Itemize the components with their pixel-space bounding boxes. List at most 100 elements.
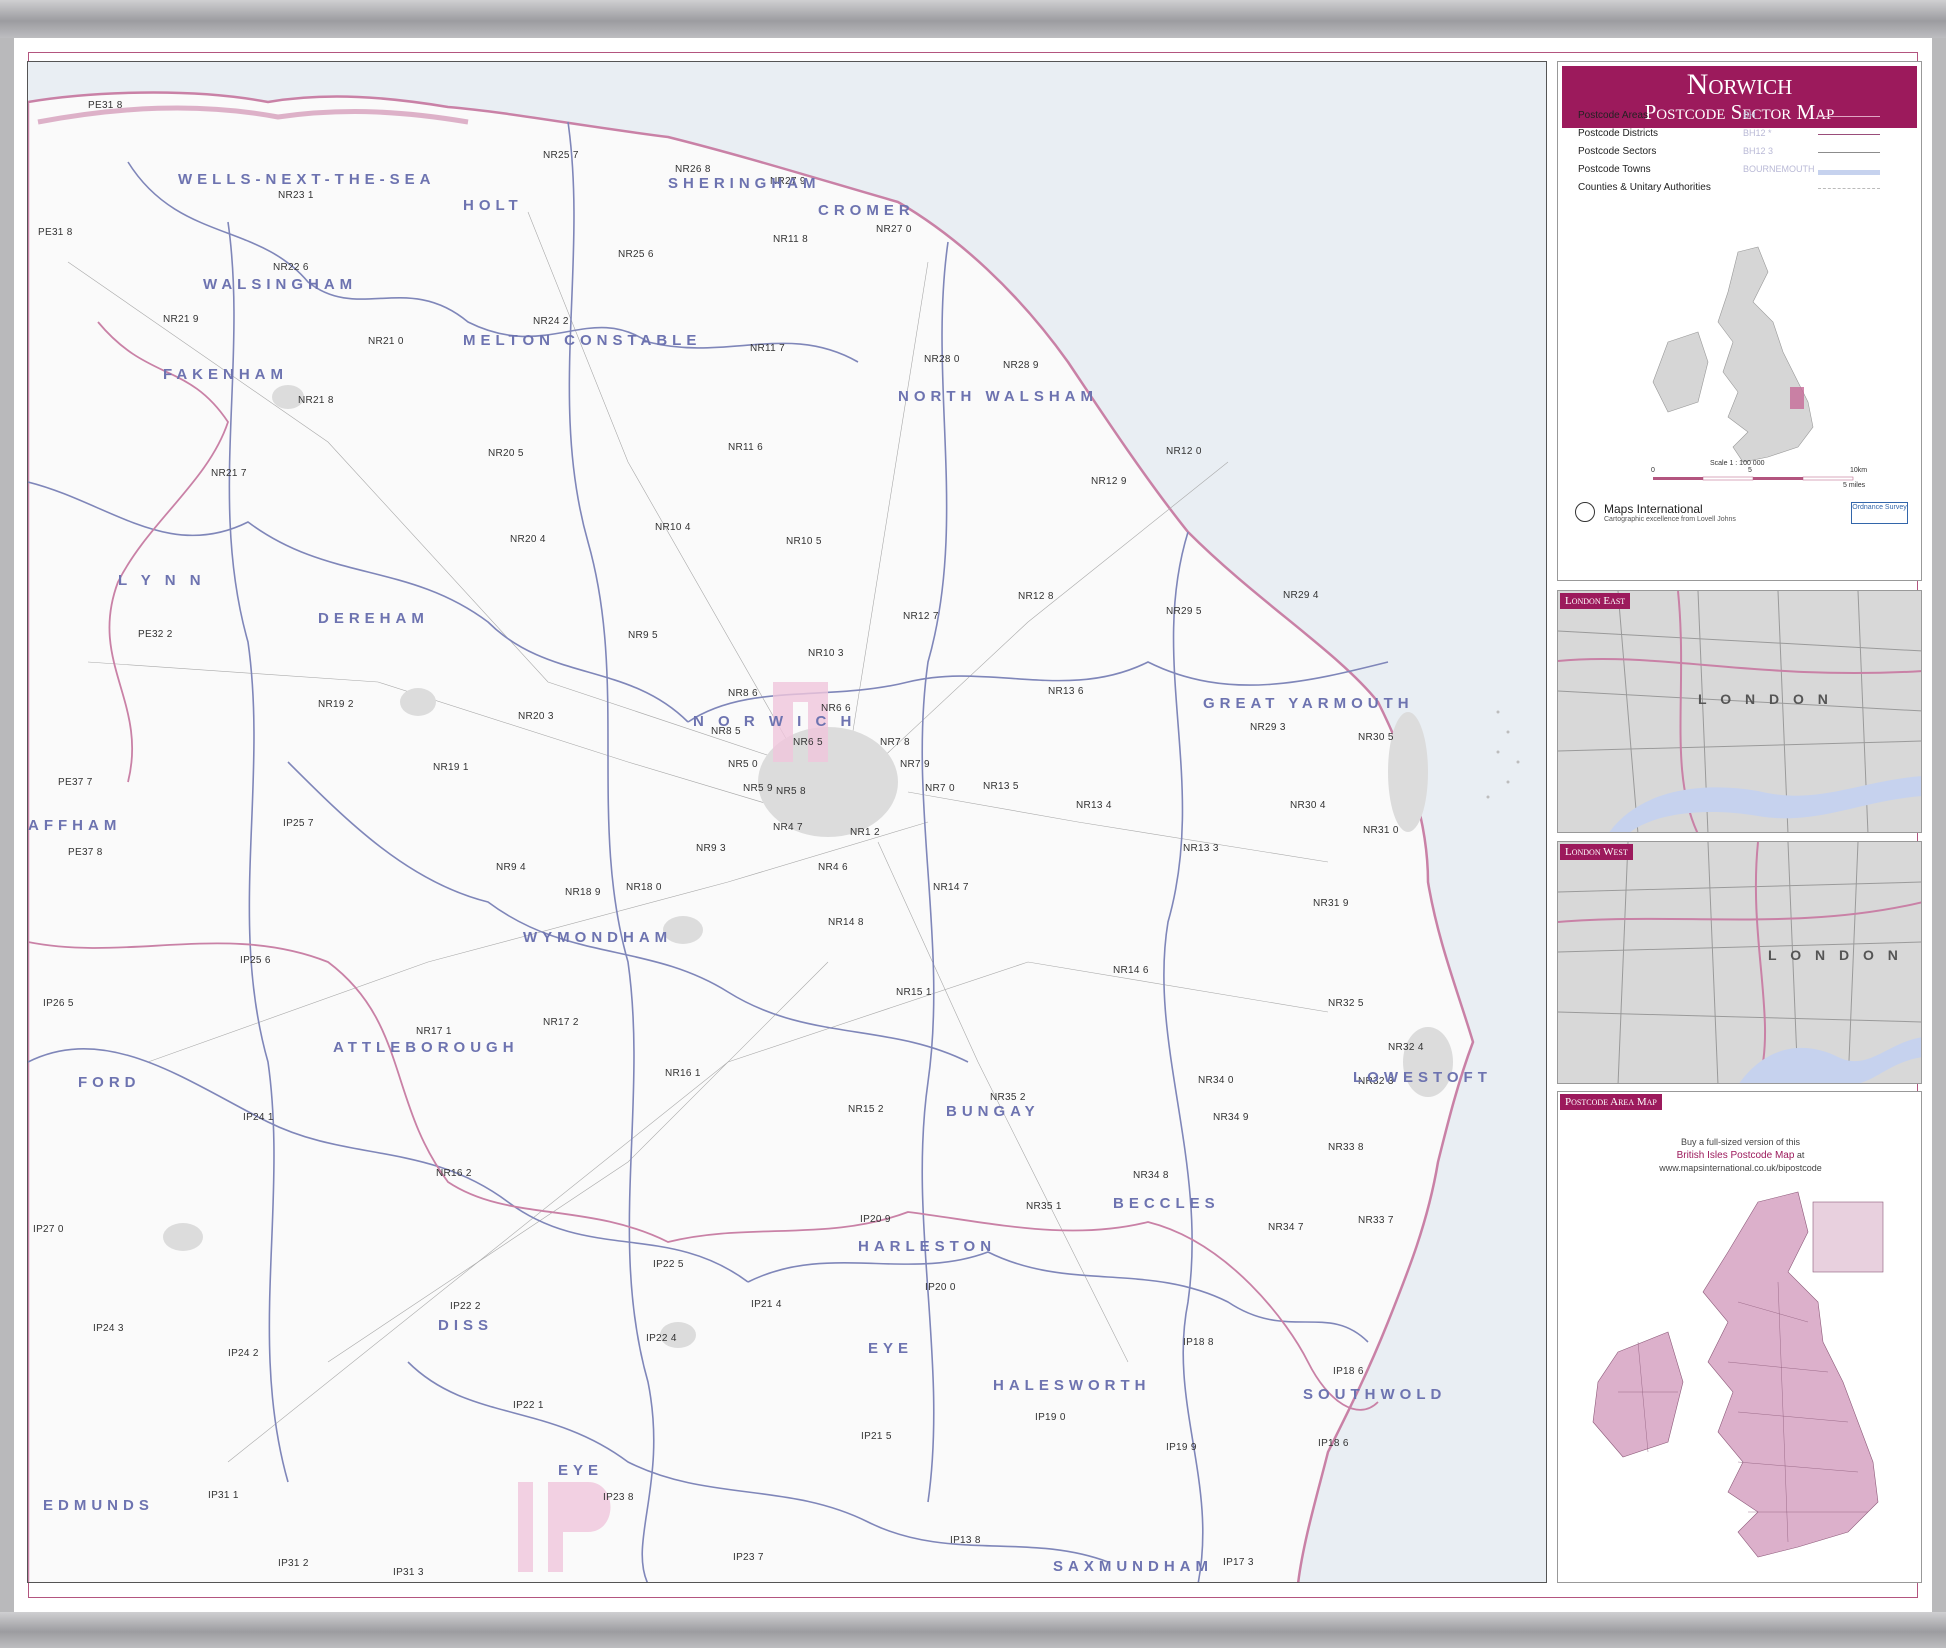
sector-label[interactable]: NR21 0 [368,336,404,347]
sector-label[interactable]: IP25 7 [283,818,314,829]
sector-label[interactable]: NR12 0 [1166,446,1202,457]
sector-label[interactable]: NR25 6 [618,249,654,260]
sector-label[interactable]: IP31 1 [208,1490,239,1501]
postcode-town-label[interactable]: NORTH WALSHAM [898,388,1098,405]
sector-label[interactable]: NR12 9 [1091,476,1127,487]
postcode-town-label[interactable]: AFFHAM [28,817,121,834]
sector-label[interactable]: NR27 0 [876,224,912,235]
sector-label[interactable]: IP18 8 [1183,1337,1214,1348]
sector-label[interactable]: NR10 4 [655,522,691,533]
sector-label[interactable]: PE31 8 [88,100,123,111]
sector-label[interactable]: NR9 4 [496,862,526,873]
sector-label[interactable]: NR29 4 [1283,590,1319,601]
postcode-area-map-panel[interactable]: Postcode Area Map Buy a full-sized versi… [1557,1091,1922,1583]
sector-label[interactable]: NR12 8 [1018,591,1054,602]
postcode-town-label[interactable]: WALSINGHAM [203,276,357,293]
sector-label[interactable]: NR18 0 [626,882,662,893]
sector-label[interactable]: NR34 8 [1133,1170,1169,1181]
sector-label[interactable]: NR33 7 [1358,1215,1394,1226]
sector-label[interactable]: IP18 6 [1318,1438,1349,1449]
sector-label[interactable]: NR20 3 [518,711,554,722]
sector-label[interactable]: NR4 6 [818,862,848,873]
sector-label[interactable]: IP13 8 [950,1535,981,1546]
sector-label[interactable]: NR1 2 [850,827,880,838]
sector-label[interactable]: NR15 1 [896,987,932,998]
postcode-town-label[interactable]: LOWESTOFT [1353,1069,1492,1086]
sector-label[interactable]: NR9 3 [696,843,726,854]
sector-label[interactable]: NR16 2 [436,1168,472,1179]
sector-label[interactable]: NR5 9 [743,783,773,794]
postcode-town-label[interactable]: EYE [558,1462,603,1479]
sector-label[interactable]: NR20 4 [510,534,546,545]
sector-label[interactable]: IP17 3 [1223,1557,1254,1568]
sector-label[interactable]: IP24 1 [243,1112,274,1123]
sector-label[interactable]: IP24 2 [228,1348,259,1359]
sector-label[interactable]: NR29 3 [1250,722,1286,733]
sector-label[interactable]: NR8 6 [728,688,758,699]
sector-label[interactable]: NR28 0 [924,354,960,365]
sector-label[interactable]: PE37 8 [68,847,103,858]
postcode-town-label[interactable]: WYMONDHAM [523,929,672,946]
sector-label[interactable]: NR11 7 [750,343,785,354]
sector-label[interactable]: NR11 8 [773,234,808,245]
london-east-inset[interactable]: London East L O N D O N [1557,590,1922,833]
postcode-town-label[interactable]: DEREHAM [318,610,429,627]
sector-label[interactable]: IP24 3 [93,1323,124,1334]
sector-label[interactable]: NR21 9 [163,314,199,325]
sector-label[interactable]: IP20 9 [860,1214,891,1225]
postcode-town-label[interactable]: ATTLEBOROUGH [333,1039,519,1056]
postcode-town-label[interactable]: BUNGAY [946,1103,1040,1120]
london-west-inset[interactable]: London West L O N D O N [1557,841,1922,1084]
sector-label[interactable]: IP26 5 [43,998,74,1009]
sector-label[interactable]: IP22 1 [513,1400,544,1411]
sector-label[interactable]: IP22 2 [450,1301,481,1312]
sector-label[interactable]: NR6 5 [793,737,823,748]
sector-label[interactable]: NR14 6 [1113,965,1149,976]
sector-label[interactable]: NR13 5 [983,781,1019,792]
sector-label[interactable]: NR16 1 [665,1068,701,1079]
sector-label[interactable]: NR9 5 [628,630,658,641]
sector-label[interactable]: NR14 8 [828,917,864,928]
sector-label[interactable]: IP22 4 [646,1333,677,1344]
sector-label[interactable]: NR5 0 [728,759,758,770]
sector-label[interactable]: IP31 3 [393,1567,424,1578]
postcode-town-label[interactable]: SOUTHWOLD [1303,1386,1446,1403]
postcode-town-label[interactable]: N O R W I C H [693,713,856,730]
sector-label[interactable]: NR7 0 [925,783,955,794]
sector-label[interactable]: NR29 5 [1166,606,1202,617]
sector-label[interactable]: IP23 8 [603,1492,634,1503]
sector-label[interactable]: NR10 3 [808,648,844,659]
sector-label[interactable]: NR32 5 [1328,998,1364,1009]
sector-label[interactable]: NR32 4 [1388,1042,1424,1053]
sector-label[interactable]: IP22 5 [653,1259,684,1270]
sector-label[interactable]: NR34 7 [1268,1222,1304,1233]
postcode-town-label[interactable]: WELLS-NEXT-THE-SEA [178,171,436,188]
postcode-town-label[interactable]: FAKENHAM [163,366,288,383]
sector-label[interactable]: NR26 8 [675,164,711,175]
sector-label[interactable]: NR34 9 [1213,1112,1249,1123]
postcode-town-label[interactable]: HARLESTON [858,1238,996,1255]
postcode-town-label[interactable]: FORD [78,1074,141,1091]
norwich-postcode-map[interactable]: PE31 8 PE31 8 NR23 1 NR25 7 NR26 8 NR27 9 NR22… [27,61,1547,1583]
sector-label[interactable]: NR34 0 [1198,1075,1234,1086]
postcode-town-label[interactable]: SAXMUNDHAM [1053,1558,1213,1575]
postcode-town-label[interactable]: HALESWORTH [993,1377,1151,1394]
sector-label[interactable]: IP25 6 [240,955,271,966]
sector-label[interactable]: PE31 8 [38,227,73,238]
postcode-town-label[interactable]: HOLT [463,197,523,214]
sector-label[interactable]: NR17 1 [416,1026,452,1037]
sector-label[interactable]: NR22 6 [273,262,309,273]
sector-label[interactable]: NR35 2 [990,1092,1026,1103]
sector-label[interactable]: NR4 7 [773,822,803,833]
sector-label[interactable]: IP20 0 [925,1282,956,1293]
sector-label[interactable]: NR24 2 [533,316,569,327]
sector-label[interactable]: NR12 7 [903,611,939,622]
sector-label[interactable]: NR10 5 [786,536,822,547]
sector-label[interactable]: NR15 2 [848,1104,884,1115]
sector-label[interactable]: NR21 7 [211,468,247,479]
sector-label[interactable]: IP19 0 [1035,1412,1066,1423]
sector-label[interactable]: NR17 2 [543,1017,579,1028]
sector-label[interactable]: IP21 5 [861,1431,892,1442]
sector-label[interactable]: NR20 5 [488,448,524,459]
postcode-town-label[interactable]: EYE [868,1340,913,1357]
